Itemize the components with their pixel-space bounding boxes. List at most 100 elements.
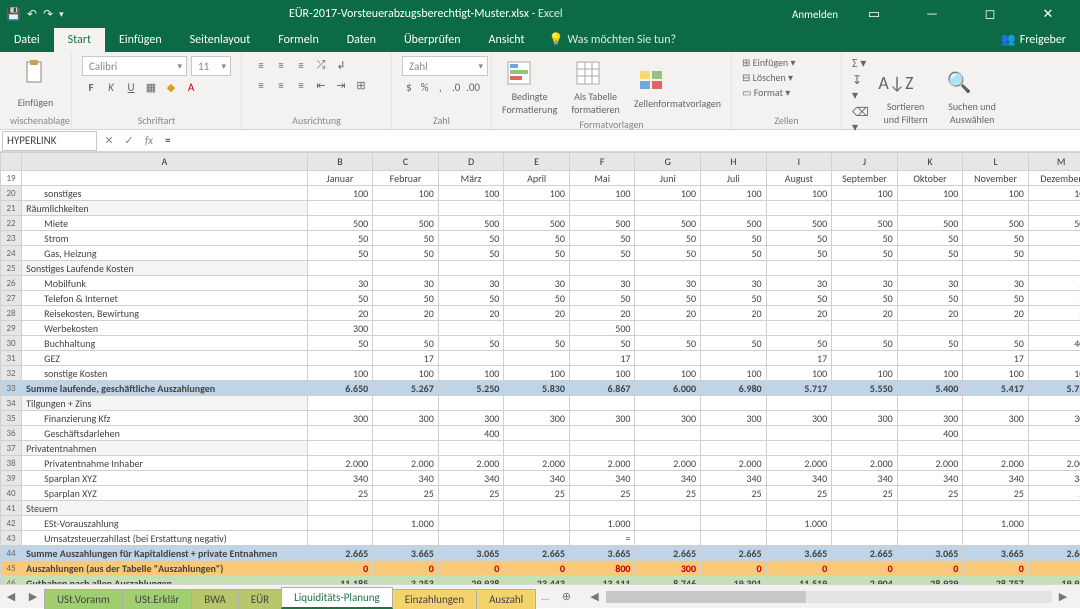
cell[interactable]: 100 <box>438 186 504 201</box>
cells-delete-button[interactable]: ⊟ Löschen ▾ <box>742 71 831 84</box>
cell[interactable]: 25 <box>766 486 832 501</box>
row-header[interactable]: 31 <box>1 351 22 366</box>
cell[interactable]: 6.650 <box>307 381 373 396</box>
cell[interactable]: 100 <box>963 366 1029 381</box>
cell[interactable] <box>307 501 373 516</box>
column-header-I[interactable]: I <box>766 153 832 171</box>
cell[interactable]: 2.000 <box>307 456 373 471</box>
cell[interactable]: 20 <box>832 306 898 321</box>
cell[interactable]: 340 <box>832 471 898 486</box>
cell[interactable]: 2.000 <box>701 456 767 471</box>
cell[interactable] <box>373 531 439 546</box>
row-header[interactable]: 41 <box>1 501 22 516</box>
merge-button[interactable]: ⊞ <box>352 76 370 94</box>
sheet-tab-einzahlungen[interactable]: Einzahlungen <box>392 589 477 609</box>
cell[interactable] <box>504 426 570 441</box>
cell[interactable]: 500 <box>963 216 1029 231</box>
cell[interactable] <box>635 441 701 456</box>
cell[interactable]: 50 <box>701 246 767 261</box>
cell[interactable]: 20 <box>373 306 439 321</box>
cells-format-button[interactable]: ▭ Format ▾ <box>742 86 831 99</box>
cell[interactable]: 17 <box>766 351 832 366</box>
tab-scroll-right-icon[interactable]: ▶ <box>22 590 44 603</box>
cell[interactable]: 3.665 <box>373 546 439 561</box>
ribbon-options-icon[interactable]: ▭ <box>852 7 896 22</box>
row-label[interactable]: Miete <box>22 216 308 231</box>
align-right-icon[interactable]: ≡ <box>292 76 310 94</box>
decrease-indent-icon[interactable]: ⇤ <box>312 76 330 94</box>
cell[interactable]: 2.000 <box>897 456 963 471</box>
cell[interactable]: 50 <box>373 231 439 246</box>
column-header-F[interactable]: F <box>569 153 635 171</box>
cell[interactable]: 5.717 <box>766 381 832 396</box>
cell[interactable]: 2.000 <box>963 456 1029 471</box>
cell[interactable] <box>832 351 898 366</box>
cell[interactable]: 500 <box>766 216 832 231</box>
cell[interactable] <box>438 261 504 276</box>
cell[interactable]: 2.000 <box>569 456 635 471</box>
select-all-corner[interactable] <box>1 153 22 171</box>
align-top-icon[interactable]: ≡ <box>252 56 270 74</box>
cell[interactable] <box>373 201 439 216</box>
align-left-icon[interactable]: ≡ <box>252 76 270 94</box>
cell[interactable]: 50 <box>963 231 1029 246</box>
cell[interactable] <box>832 396 898 411</box>
cell[interactable] <box>1028 516 1080 531</box>
find-select-button[interactable]: 🔍 Suchen und Auswählen <box>942 66 1002 126</box>
cell[interactable] <box>307 516 373 531</box>
row-header[interactable]: 38 <box>1 456 22 471</box>
cell[interactable]: 300 <box>635 411 701 426</box>
cell[interactable] <box>766 396 832 411</box>
more-tabs[interactable]: ... <box>535 590 555 603</box>
cell[interactable]: 50 <box>1028 231 1080 246</box>
cell[interactable]: 23.443 <box>504 576 570 585</box>
cell[interactable] <box>963 201 1029 216</box>
cell[interactable]: 30 <box>373 276 439 291</box>
cell[interactable] <box>438 516 504 531</box>
cell[interactable]: 50 <box>897 336 963 351</box>
row-label[interactable]: Umsatzsteuerzahllast (bei Erstattung neg… <box>22 531 308 546</box>
row-label[interactable]: Sonstiges Laufende Kosten <box>22 261 308 276</box>
cell[interactable] <box>1028 426 1080 441</box>
cell[interactable]: 300 <box>897 411 963 426</box>
cell[interactable]: 2.665 <box>307 546 373 561</box>
cell[interactable]: 50 <box>569 231 635 246</box>
cell[interactable]: 400 <box>897 426 963 441</box>
wrap-text-icon[interactable]: ↲ <box>332 56 350 74</box>
undo-icon[interactable]: ↶ <box>27 7 37 22</box>
cell[interactable]: 5.417 <box>963 381 1029 396</box>
row-header[interactable]: 24 <box>1 246 22 261</box>
month-header[interactable]: April <box>504 171 570 186</box>
cell[interactable]: 50 <box>307 246 373 261</box>
cell[interactable]: 28.757 <box>963 576 1029 585</box>
row-header[interactable]: 27 <box>1 291 22 306</box>
cell[interactable] <box>635 261 701 276</box>
cancel-formula-icon[interactable]: ✕ <box>99 134 119 147</box>
cell[interactable]: 340 <box>1028 471 1080 486</box>
cell[interactable] <box>307 201 373 216</box>
cell[interactable] <box>832 321 898 336</box>
cell[interactable]: 50 <box>635 231 701 246</box>
cell[interactable]: 50 <box>373 336 439 351</box>
cell[interactable]: 50 <box>832 231 898 246</box>
cell[interactable]: 0 <box>701 561 767 576</box>
minimize-icon[interactable]: — <box>910 7 954 22</box>
border-button[interactable]: ▦ <box>142 78 160 96</box>
sheet-tab-liquidit-ts-planung[interactable]: Liquiditäts-Planung <box>281 587 393 609</box>
cell[interactable]: 30 <box>1028 276 1080 291</box>
cell[interactable]: 30 <box>504 276 570 291</box>
align-bottom-icon[interactable]: ≡ <box>292 56 310 74</box>
cell[interactable]: 500 <box>897 216 963 231</box>
cell[interactable]: 340 <box>504 471 570 486</box>
paste-button[interactable]: Einfügen <box>18 96 54 109</box>
cell[interactable]: 50 <box>504 231 570 246</box>
cell[interactable]: 29.938 <box>438 576 504 585</box>
cell[interactable]: 500 <box>307 216 373 231</box>
cell[interactable]: 50 <box>635 291 701 306</box>
cell[interactable] <box>963 261 1029 276</box>
cell[interactable]: 500 <box>832 216 898 231</box>
cell[interactable]: 5.267 <box>373 381 439 396</box>
row-label[interactable]: Finanzierung Kfz <box>22 411 308 426</box>
cell[interactable]: 2.000 <box>1028 456 1080 471</box>
column-header-J[interactable]: J <box>832 153 898 171</box>
